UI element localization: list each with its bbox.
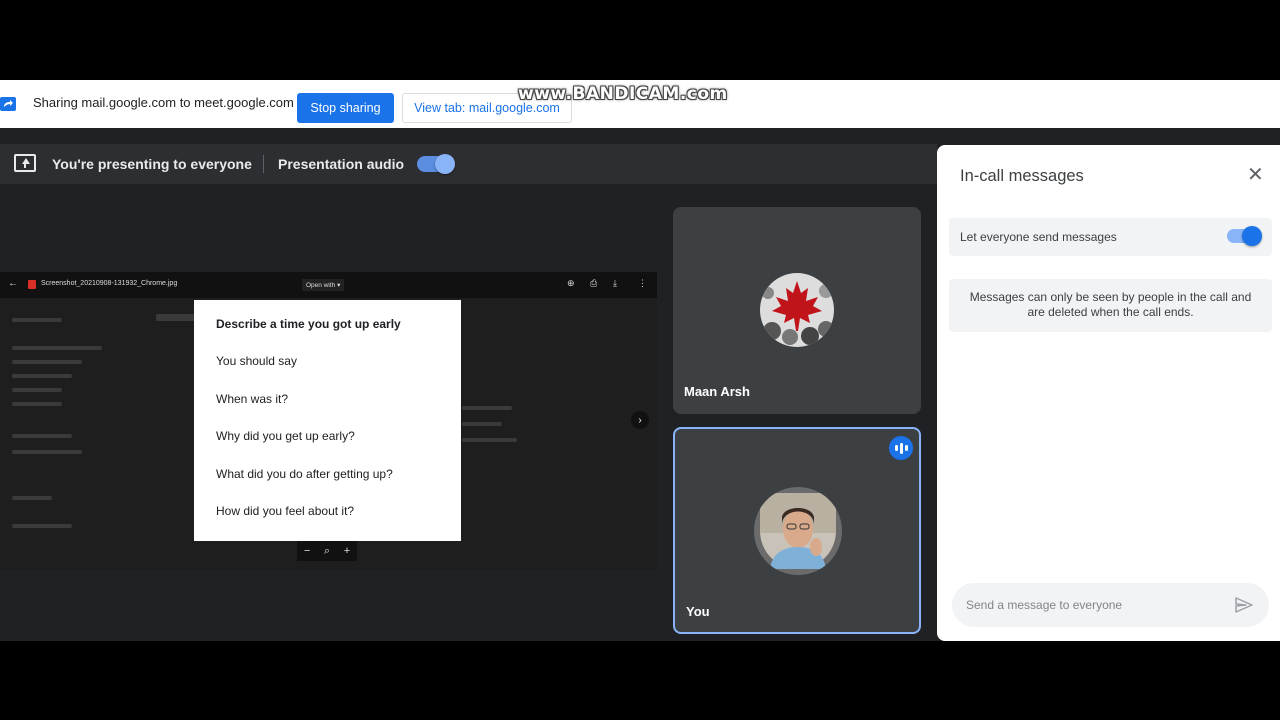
question-line: When was it? bbox=[216, 392, 289, 406]
question-line: You should say bbox=[216, 354, 297, 368]
nav-line bbox=[12, 388, 62, 392]
question-line: Why did you get up early? bbox=[216, 429, 355, 443]
in-call-messages-panel: In-call messages ✕ Let everyone send mes… bbox=[937, 145, 1280, 641]
more-vert-icon: ⋮ bbox=[638, 278, 647, 288]
mail-line bbox=[462, 422, 502, 426]
nav-line bbox=[12, 346, 102, 350]
close-icon[interactable]: ✕ bbox=[1247, 165, 1264, 185]
add-to-drive-icon: ⊕ bbox=[567, 278, 575, 288]
toggle-knob bbox=[435, 154, 455, 174]
participant-name: You bbox=[686, 604, 710, 619]
nav-line bbox=[12, 496, 52, 500]
share-tab-icon bbox=[0, 97, 16, 111]
open-with-label: Open with bbox=[306, 282, 336, 289]
nav-line bbox=[12, 402, 62, 406]
let-everyone-send-label: Let everyone send messages bbox=[960, 230, 1117, 244]
nav-line bbox=[12, 524, 72, 528]
presentation-audio-label: Presentation audio bbox=[278, 156, 405, 172]
image-viewer-toolbar: ← Screenshot_20210908-131932_Chrome.jpg … bbox=[0, 272, 657, 298]
file-name: Screenshot_20210908-131932_Chrome.jpg bbox=[41, 280, 178, 287]
nav-line bbox=[12, 450, 82, 454]
download-icon: ⤓ bbox=[613, 278, 617, 288]
letterbox-bottom bbox=[0, 641, 1280, 720]
message-input[interactable] bbox=[952, 583, 1269, 627]
question-line: What did you do after getting up? bbox=[216, 467, 393, 481]
zoom-icon: ⌕ bbox=[323, 544, 331, 557]
divider bbox=[263, 155, 264, 173]
mail-line bbox=[462, 406, 512, 410]
screen-recording: Sharing mail.google.com to meet.google.c… bbox=[0, 0, 1280, 720]
image-zoom-controls: − ⌕ + bbox=[297, 541, 357, 561]
participant-tile-maan-arsh[interactable]: Maan Arsh bbox=[673, 207, 921, 414]
stop-sharing-button[interactable]: Stop sharing bbox=[297, 93, 394, 123]
present-screen-icon bbox=[14, 154, 36, 172]
participant-avatar bbox=[754, 487, 842, 575]
sharing-status-text: Sharing mail.google.com to meet.google.c… bbox=[33, 95, 294, 110]
question-card-title: Describe a time you got up early bbox=[216, 317, 401, 331]
panel-title: In-call messages bbox=[960, 167, 1084, 185]
zoom-out-icon: − bbox=[303, 545, 311, 557]
compose-placeholder bbox=[12, 318, 62, 322]
nav-line bbox=[12, 434, 72, 438]
participant-tile-you[interactable]: You bbox=[673, 427, 921, 634]
recording-watermark: www.BANDICAM.com bbox=[518, 84, 728, 104]
nav-line bbox=[12, 374, 72, 378]
messages-info-note: Messages can only be seen by people in t… bbox=[949, 279, 1272, 332]
next-image-icon: › bbox=[631, 411, 649, 429]
speaking-indicator-icon bbox=[889, 436, 913, 460]
image-file-icon bbox=[28, 280, 36, 289]
question-line: How did you feel about it? bbox=[216, 504, 355, 518]
back-arrow-icon: ← bbox=[8, 278, 18, 289]
presenting-bar: You're presenting to everyone Presentati… bbox=[0, 144, 937, 184]
nav-line bbox=[12, 360, 82, 364]
print-icon: ⎙ bbox=[590, 278, 598, 288]
zoom-in-icon: + bbox=[343, 545, 351, 557]
let-everyone-send-toggle[interactable] bbox=[1227, 226, 1262, 246]
presenting-status: You're presenting to everyone bbox=[52, 156, 252, 172]
question-card: Describe a time you got up early You sho… bbox=[194, 300, 461, 541]
toggle-knob bbox=[1242, 226, 1262, 246]
mail-line bbox=[462, 438, 517, 442]
participant-name: Maan Arsh bbox=[684, 384, 750, 399]
presentation-audio-toggle[interactable] bbox=[417, 154, 455, 174]
let-everyone-send-row: Let everyone send messages bbox=[949, 218, 1272, 256]
participant-avatar bbox=[760, 273, 834, 347]
open-with-button: Open with ▾ bbox=[302, 279, 345, 291]
send-icon[interactable] bbox=[1234, 595, 1254, 615]
